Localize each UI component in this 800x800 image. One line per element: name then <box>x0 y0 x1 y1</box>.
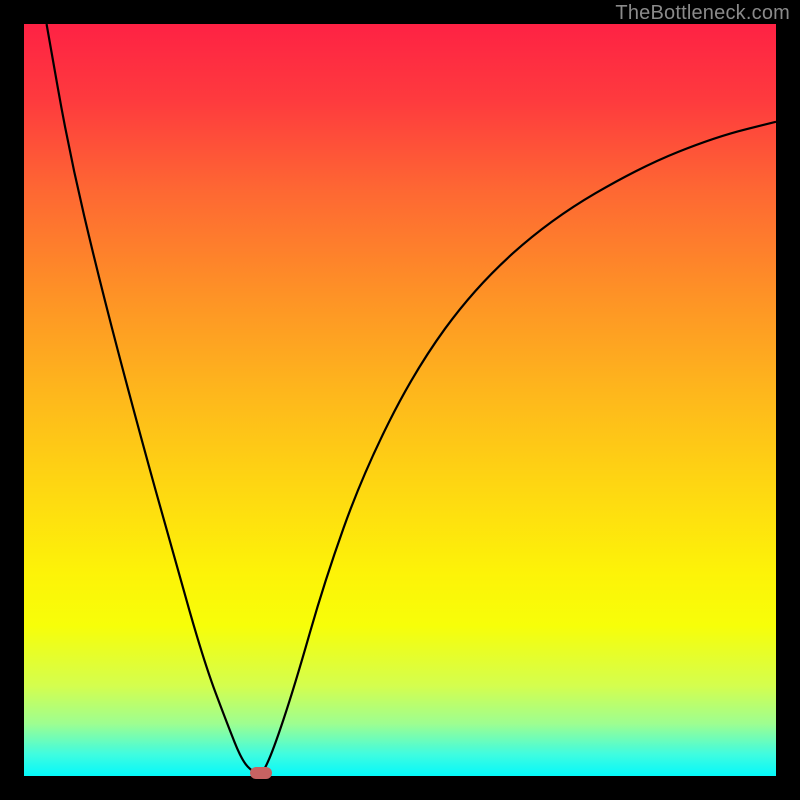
watermark-text: TheBottleneck.com <box>615 2 790 25</box>
curve-svg <box>24 24 776 776</box>
min-marker <box>250 767 272 779</box>
right-branch-path <box>261 122 776 776</box>
plot-area <box>24 24 776 776</box>
chart-frame: TheBottleneck.com <box>0 0 800 800</box>
left-branch-path <box>47 24 261 776</box>
